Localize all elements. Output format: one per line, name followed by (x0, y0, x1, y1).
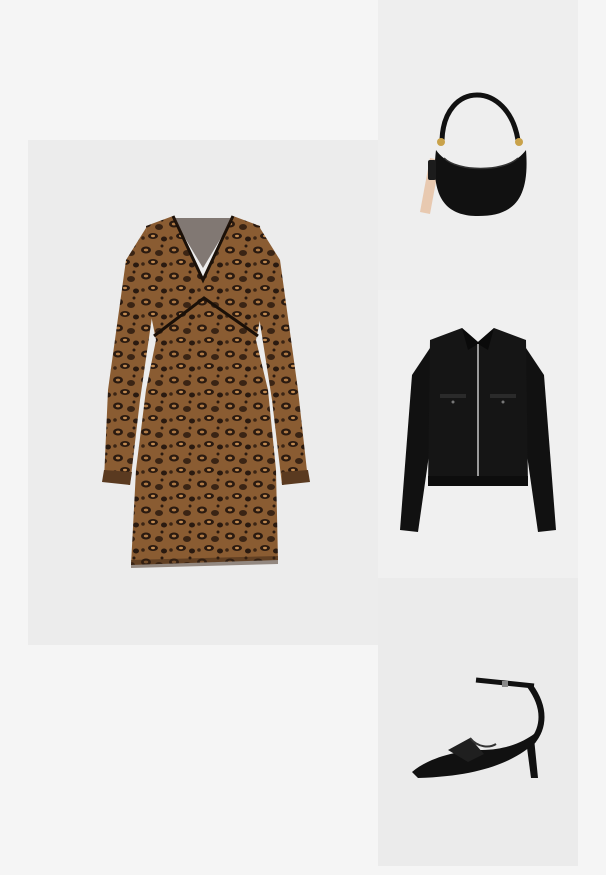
leopard-print-dress-icon (102, 215, 310, 568)
heels-product-image[interactable] (378, 578, 578, 866)
dress-product-image[interactable] (28, 140, 378, 645)
bag-product-image[interactable] (378, 0, 578, 290)
black-shoulder-bag-icon (420, 92, 527, 216)
jacket-product-image[interactable] (378, 290, 578, 578)
black-zip-jacket-icon (400, 328, 556, 532)
black-ankle-strap-heel-icon (412, 677, 545, 778)
